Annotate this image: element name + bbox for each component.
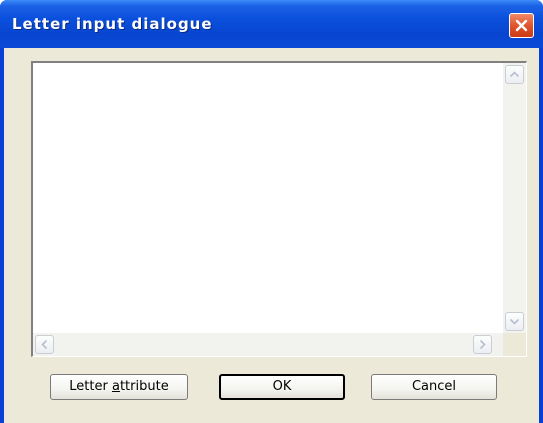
close-x-icon xyxy=(515,19,528,32)
dialog-body: Letter attribute OK Cancel xyxy=(4,48,539,423)
letter-attribute-button[interactable]: Letter attribute xyxy=(50,374,188,400)
scroll-down-button[interactable] xyxy=(505,312,524,331)
title-bar[interactable]: Letter input dialogue xyxy=(0,0,543,48)
arrow-down-icon xyxy=(509,318,520,325)
letter-input-area xyxy=(31,61,527,357)
vertical-scrollbar[interactable] xyxy=(503,63,526,333)
window-title: Letter input dialogue xyxy=(12,15,213,33)
dialog-window: Letter input dialogue Letter attribute O… xyxy=(0,0,543,423)
close-button[interactable] xyxy=(509,13,534,38)
scroll-up-button[interactable] xyxy=(505,65,524,84)
letter-attribute-label-post: ttribute xyxy=(119,379,169,394)
ok-button[interactable]: OK xyxy=(219,374,345,400)
horizontal-scrollbar[interactable] xyxy=(33,333,503,356)
ok-label: OK xyxy=(272,379,292,394)
cancel-button[interactable]: Cancel xyxy=(371,374,497,400)
letter-input-field[interactable] xyxy=(33,63,503,333)
arrow-left-icon xyxy=(41,339,48,350)
arrow-right-icon xyxy=(479,339,486,350)
letter-attribute-label-pre: Letter xyxy=(69,379,112,394)
arrow-up-icon xyxy=(509,71,520,78)
scroll-left-button[interactable] xyxy=(35,335,54,354)
letter-attribute-accelerator: a xyxy=(111,379,120,394)
scroll-right-button[interactable] xyxy=(473,335,492,354)
cancel-label: Cancel xyxy=(411,379,457,394)
scrollbar-corner xyxy=(503,333,526,356)
